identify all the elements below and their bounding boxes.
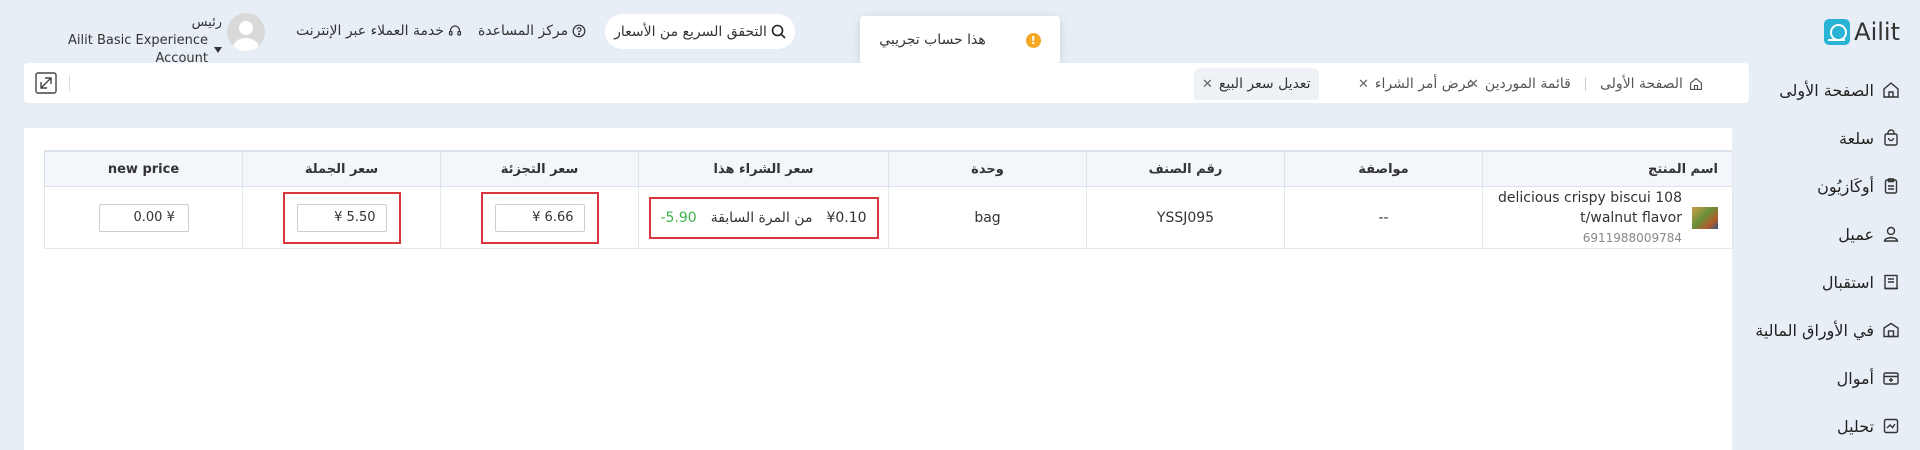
col-wholesale-price: سعر الجملة [242,151,441,187]
tab-separator [1585,77,1586,91]
headset-icon [448,25,462,36]
tab-edit-sale-price[interactable]: ✕ تعديل سعر البيع [1194,68,1319,100]
sidebar-item-label: تحليل [1836,416,1874,436]
tabs-divider [69,75,70,91]
sidebar-item-label: الصفحة الأولى [1779,80,1874,100]
user-role: رئيس [191,15,222,30]
warning-icon: ! [1025,32,1041,48]
sidebar-item-label: سلعة [1839,128,1874,148]
wallet-icon [1883,372,1899,385]
sidebar: Ailit الصفحة الأولى سلعة أوكَازيُون عميل… [1744,0,1920,450]
retail-price-cell [440,186,639,249]
purchase-price-diff: -5.90 [660,209,697,226]
top-bar: رئيس Ailit Basic Experience Account خدمة… [0,0,1744,66]
caret-down-icon [214,47,222,53]
logo-icon [1824,19,1851,45]
sidebar-item-label: أوكَازيُون [1817,176,1874,196]
wholesale-price-input[interactable] [296,203,387,232]
new-price-cell [44,186,243,249]
spec-cell: -- [1284,186,1483,249]
tab-supplier-list[interactable]: ✕ قائمة الموردين [1460,68,1579,100]
sidebar-item-funds[interactable]: أموال [1744,354,1920,402]
table-row: delicious crispy biscui 108 t/walnut fla… [44,186,1733,249]
main-panel: اسم المنتج مواصفة رقم الصنف وحدة سعر الش… [24,128,1733,450]
price-table: اسم المنتج مواصفة رقم الصنف وحدة سعر الش… [44,151,1733,249]
warehouse-icon [1883,322,1899,338]
col-spec: مواصفة [1284,151,1483,187]
bag-icon [1884,129,1898,146]
price-check-label: التحقق السريع من الأسعار [614,23,767,40]
retail-price-highlight [480,191,599,244]
help-center-label: مركز المساعدة [478,23,569,39]
avatar[interactable] [227,13,265,51]
retail-price-input[interactable] [494,203,585,232]
wholesale-price-cell [242,186,441,249]
online-support-link[interactable]: خدمة العملاء عبر الإنترنت [296,20,462,42]
col-retail-price: سعر التجزئة [440,151,639,187]
online-support-label: خدمة العملاء عبر الإنترنت [296,23,444,39]
sidebar-item-analysis[interactable]: تحليل [1744,402,1920,450]
chart-icon [1883,418,1899,434]
sidebar-item-sales[interactable]: أوكَازيُون [1744,162,1920,210]
tab-label: قائمة الموردين [1484,76,1571,92]
purchase-price-highlight: -5.90 من المرة السابقة ¥0.10 [648,196,879,239]
user-icon [1883,226,1899,242]
app-logo[interactable]: Ailit [1824,14,1900,50]
home-icon [1883,82,1899,98]
inbox-icon [1884,274,1898,290]
purchase-prev-label: من المرة السابقة [710,209,813,226]
search-icon [771,24,786,39]
product-name: delicious crispy biscui 108 t/walnut fla… [1497,189,1682,226]
sidebar-item-label: عميل [1838,224,1874,244]
sidebar-item-label: أموال [1836,368,1874,388]
sidebar-item-reception[interactable]: استقبال [1744,258,1920,306]
sidebar-item-goods[interactable]: سلعة [1744,114,1920,162]
close-icon[interactable]: ✕ [1358,77,1369,92]
sidebar-item-label: استقبال [1821,272,1874,292]
product-barcode: 6911988009784 [1582,230,1682,245]
unit-cell: bag [888,186,1087,249]
wholesale-price-highlight [282,191,401,244]
new-price-input[interactable] [98,203,189,232]
sidebar-item-customer[interactable]: عميل [1744,210,1920,258]
sidebar-item-home[interactable]: الصفحة الأولى [1744,66,1920,114]
close-icon[interactable]: ✕ [1468,77,1479,92]
tab-label: تعديل سعر البيع [1218,76,1311,92]
tab-home[interactable]: الصفحة الأولى [1592,68,1711,100]
product-name-cell: delicious crispy biscui 108 t/walnut fla… [1482,186,1733,249]
price-check-button[interactable]: التحقق السريع من الأسعار [605,14,795,49]
item-no-cell: YSSJ095 [1086,186,1285,249]
close-icon[interactable]: ✕ [1202,77,1213,92]
tab-label: الصفحة الأولى [1600,76,1683,92]
help-center-link[interactable]: مركز المساعدة [478,20,586,42]
product-thumbnail [1692,206,1718,229]
toast-message: هذا حساب تجريبي [879,32,986,48]
table-header-row: اسم المنتج مواصفة رقم الصنف وحدة سعر الش… [44,151,1733,187]
home-icon [1689,77,1702,91]
demo-account-toast: ! هذا حساب تجريبي [860,16,1060,64]
purchase-price-cell: -5.90 من المرة السابقة ¥0.10 [638,186,889,249]
purchase-price-now: ¥0.10 [826,209,867,226]
col-unit: وحدة [888,151,1087,187]
tabs-bar: ✕ تعديل سعر البيع ✕ عرض أمر الشراء ✕ قائ… [24,63,1749,103]
price-table-wrap: اسم المنتج مواصفة رقم الصنف وحدة سعر الش… [44,150,1733,249]
clipboard-icon [1884,178,1898,194]
col-purchase-price: سعر الشراء هذا [638,151,889,187]
logo-text: Ailit [1854,18,1900,46]
expand-icon [35,72,57,94]
sidebar-nav: الصفحة الأولى سلعة أوكَازيُون عميل استقب… [1744,66,1920,450]
col-product-name: اسم المنتج [1482,151,1733,187]
sidebar-item-stock[interactable]: في الأوراق المالية [1744,306,1920,354]
sidebar-item-label: في الأوراق المالية [1755,320,1874,340]
col-item-no: رقم الصنف [1086,151,1285,187]
fullscreen-button[interactable] [34,71,58,95]
question-circle-icon [572,24,586,38]
user-menu[interactable]: رئيس Ailit Basic Experience Account [30,14,222,68]
col-new-price: new price [44,151,243,187]
